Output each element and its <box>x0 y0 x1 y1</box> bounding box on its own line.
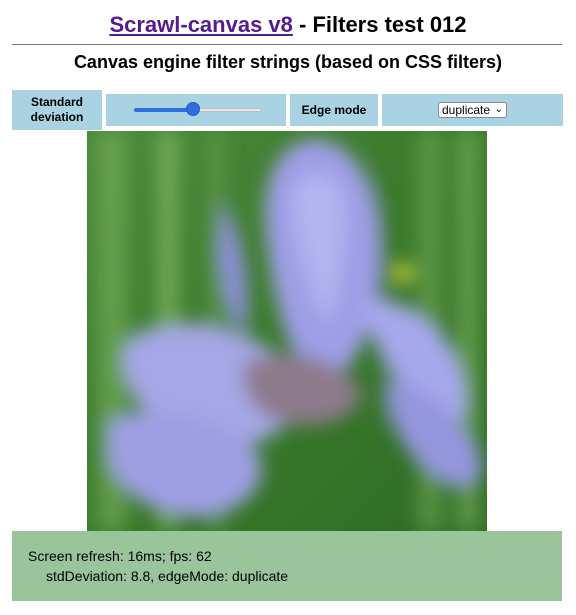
page-title: Scrawl-canvas v8 - Filters test 012 <box>0 10 576 40</box>
std-deviation-label: Standard deviation <box>12 90 102 130</box>
chevron-down-icon: ⌄ <box>494 104 503 115</box>
slider-thumb[interactable] <box>185 102 200 116</box>
controls-bar: Standard deviation Edge mode duplicate ⌄ <box>12 90 563 130</box>
report-line-filter-values: stdDeviation: 8.8, edgeMode: duplicate <box>46 568 289 584</box>
report-line-refresh: Screen refresh: 16ms; fps: 62 <box>28 548 212 564</box>
page: Scrawl-canvas v8 - Filters test 012 Canv… <box>0 0 576 615</box>
edge-mode-selected-value: duplicate <box>442 103 491 117</box>
std-deviation-slider[interactable] <box>134 102 262 116</box>
slider-fill <box>134 108 193 112</box>
filter-canvas[interactable] <box>87 131 487 531</box>
edge-mode-control: duplicate ⌄ <box>382 94 563 126</box>
edge-mode-select[interactable]: duplicate ⌄ <box>438 102 507 118</box>
edge-mode-label: Edge mode <box>290 94 378 126</box>
report-panel: Screen refresh: 16ms; fps: 62 stdDeviati… <box>12 531 562 601</box>
title-divider <box>12 44 562 45</box>
blurred-iris-image <box>87 131 487 531</box>
page-subtitle: Canvas engine filter strings (based on C… <box>73 52 503 72</box>
page-title-suffix: - Filters test 012 <box>292 12 467 37</box>
home-link[interactable]: Scrawl-canvas v8 <box>109 12 292 37</box>
std-deviation-control <box>106 94 286 126</box>
